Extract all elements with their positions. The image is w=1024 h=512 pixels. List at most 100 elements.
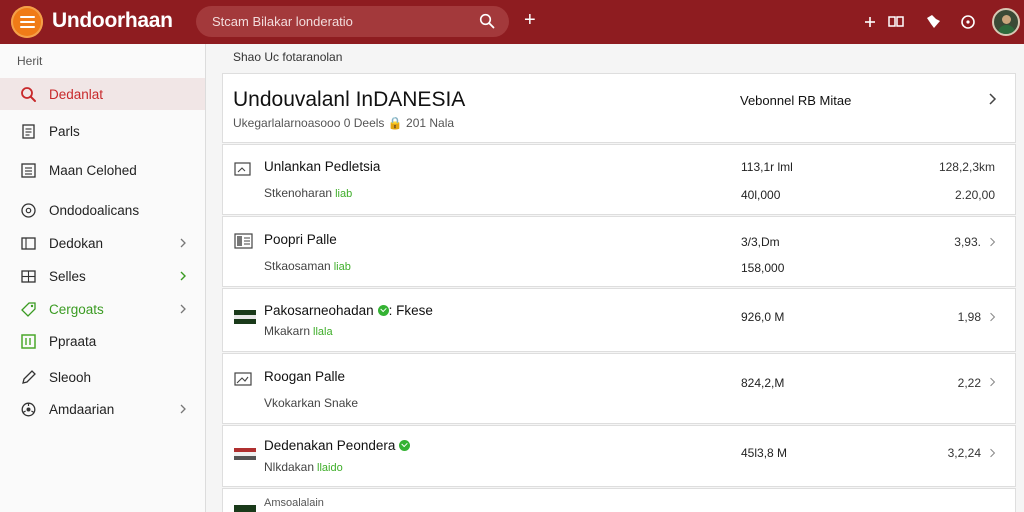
row-title: Unlankan Pedletsia <box>264 159 381 174</box>
country-header-card[interactable]: Undouvalanl InDANESIA Ukegarlalarnoasooo… <box>222 73 1016 143</box>
windows-icon[interactable] <box>886 12 906 32</box>
row-value-primary: 113,1r lml <box>741 160 793 174</box>
row-title-suffix: : Fkese <box>388 303 433 318</box>
calendar-icon <box>21 333 36 349</box>
file-icon <box>234 162 251 176</box>
flag-icon <box>234 448 256 460</box>
sidebar-item-label: Sleooh <box>49 369 92 385</box>
sidebar-item-label: Selles <box>49 268 86 284</box>
sidebar-item-ppraata[interactable]: Ppraata <box>0 325 205 357</box>
sidebar-item-label: Maan Celohed <box>49 162 137 178</box>
menu-logo-icon[interactable] <box>11 6 43 38</box>
avatar[interactable] <box>992 8 1020 36</box>
row-title: Poopri Palle <box>264 232 337 247</box>
row-value-secondary: 40l,000 <box>741 188 781 202</box>
document-icon <box>234 233 253 249</box>
list-icon <box>21 162 36 178</box>
search-input[interactable]: Stcam Bilakar londeratio <box>212 14 353 29</box>
chevron-right-icon[interactable] <box>179 304 187 314</box>
image-icon <box>234 372 252 386</box>
search-bar[interactable]: Stcam Bilakar londeratio <box>196 6 509 37</box>
sidebar-item-ondodoalicans[interactable]: Ondodoalicans <box>0 194 205 226</box>
row-value-primary: 3/3,Dm <box>741 235 780 249</box>
sidebar-item-dedanlat[interactable]: Dedanlat <box>0 78 205 110</box>
chevron-right-icon[interactable] <box>989 312 996 322</box>
chevron-right-icon[interactable] <box>179 238 187 248</box>
chevron-right-icon[interactable] <box>989 448 996 458</box>
chevron-right-icon[interactable] <box>179 404 187 414</box>
row-tag: liab <box>335 188 353 200</box>
grid-icon <box>21 269 36 283</box>
top-bar: Undoorhaan Stcam Bilakar londeratio + <box>0 0 1024 44</box>
page-title: Undouvalanl InDANESIA <box>233 88 466 111</box>
sidebar: Herit Dedanlat Parls Maan Celohed Ondodo… <box>0 44 206 512</box>
page-subtitle: Ukegarlalarnoasooo 0 Deels 🔒 201 Nala <box>233 116 455 130</box>
row-title: Dedenakan Peondera <box>264 438 411 453</box>
row-value-right: 2,22 <box>957 376 981 390</box>
row-value-primary: 824,2,M <box>741 376 785 390</box>
app-brand[interactable]: Undoorhaan <box>52 9 173 33</box>
row-value-right: 128,2,3km <box>938 160 995 174</box>
sidebar-header: Herit <box>17 54 43 68</box>
row-value-primary: 45l3,8 M <box>741 446 788 460</box>
breadcrumb[interactable]: Shao Uc fotaranolan <box>233 50 342 64</box>
gear-icon <box>21 402 36 416</box>
sidebar-item-label: Ondodoalicans <box>49 202 140 218</box>
add-small-icon[interactable] <box>860 12 880 32</box>
flag-icon <box>234 505 256 512</box>
notification-icon[interactable] <box>923 12 943 32</box>
row-title: Roogan Palle <box>264 369 346 384</box>
verified-icon <box>377 305 389 316</box>
sidebar-item-dedokan[interactable]: Dedokan <box>0 227 205 259</box>
row-tag: llala <box>313 326 333 338</box>
table-row[interactable]: Roogan Palle Vkokarkan Snake 824,2,M 2,2… <box>222 353 1016 424</box>
sidebar-item-sleooh[interactable]: Sleooh <box>0 361 205 393</box>
search-icon[interactable] <box>479 13 495 29</box>
bookmark-icon <box>21 236 36 250</box>
chevron-right-icon[interactable] <box>179 271 187 281</box>
row-value-right-secondary: 2.20,00 <box>954 188 995 202</box>
sidebar-item-amdaarian[interactable]: Amdaarian <box>0 393 205 425</box>
row-subtitle: Stkenoharan liab <box>264 186 353 200</box>
sidebar-item-cergoats[interactable]: Cergoats <box>0 293 205 325</box>
row-title: Pakosarneohadan: Fkese <box>264 303 433 318</box>
row-subtitle: Nlkdakan llaido <box>264 460 343 474</box>
row-tag: llaido <box>317 462 343 474</box>
header-right-label[interactable]: Vebonnel RB Mitae <box>740 93 851 108</box>
pencil-icon <box>22 369 36 384</box>
row-title: Amsoalalain <box>264 497 324 509</box>
add-icon[interactable]: + <box>524 9 536 31</box>
row-tag: liab <box>333 261 351 273</box>
sidebar-item-label: Amdaarian <box>49 401 115 417</box>
tag-icon <box>21 301 36 317</box>
sidebar-item-label: Ppraata <box>49 333 97 349</box>
sidebar-item-parls[interactable]: Parls <box>0 115 205 147</box>
flag-icon <box>234 310 256 324</box>
row-value-secondary: 158,000 <box>741 261 785 275</box>
row-subtitle: Mkakarn llala <box>264 324 333 338</box>
chevron-right-icon[interactable] <box>988 93 997 105</box>
table-row[interactable]: Dedenakan Peondera Nlkdakan llaido 45l3,8… <box>222 425 1016 487</box>
sidebar-item-maan-celohed[interactable]: Maan Celohed <box>0 154 205 186</box>
document-icon <box>22 123 35 139</box>
row-value-right: 3,93. <box>954 235 981 249</box>
row-value-right: 3,2,24 <box>947 446 981 460</box>
circle-settings-icon <box>21 202 36 218</box>
table-row[interactable]: Unlankan Pedletsia Stkenoharan liab 113,1… <box>222 144 1016 215</box>
row-value-primary: 926,0 M <box>741 310 785 324</box>
help-icon[interactable] <box>958 12 978 32</box>
chevron-right-icon[interactable] <box>989 237 996 247</box>
sidebar-item-label: Dedokan <box>49 235 104 251</box>
table-row[interactable]: Amsoalalain <box>222 488 1016 512</box>
row-value-right: 1,98 <box>957 310 981 324</box>
sidebar-item-label: Dedanlat <box>49 86 104 102</box>
search-icon <box>21 86 36 102</box>
sidebar-item-selles[interactable]: Selles <box>0 260 205 292</box>
sidebar-item-label: Cergoats <box>49 301 104 317</box>
row-subtitle: Stkaosaman liab <box>264 259 351 273</box>
verified-icon <box>399 440 411 451</box>
sidebar-item-label: Parls <box>49 123 80 139</box>
table-row[interactable]: Poopri Palle Stkaosaman liab 3/3,Dm 158,0… <box>222 216 1016 287</box>
table-row[interactable]: Pakosarneohadan: Fkese Mkakarn llala 926,… <box>222 288 1016 352</box>
chevron-right-icon[interactable] <box>989 377 996 387</box>
